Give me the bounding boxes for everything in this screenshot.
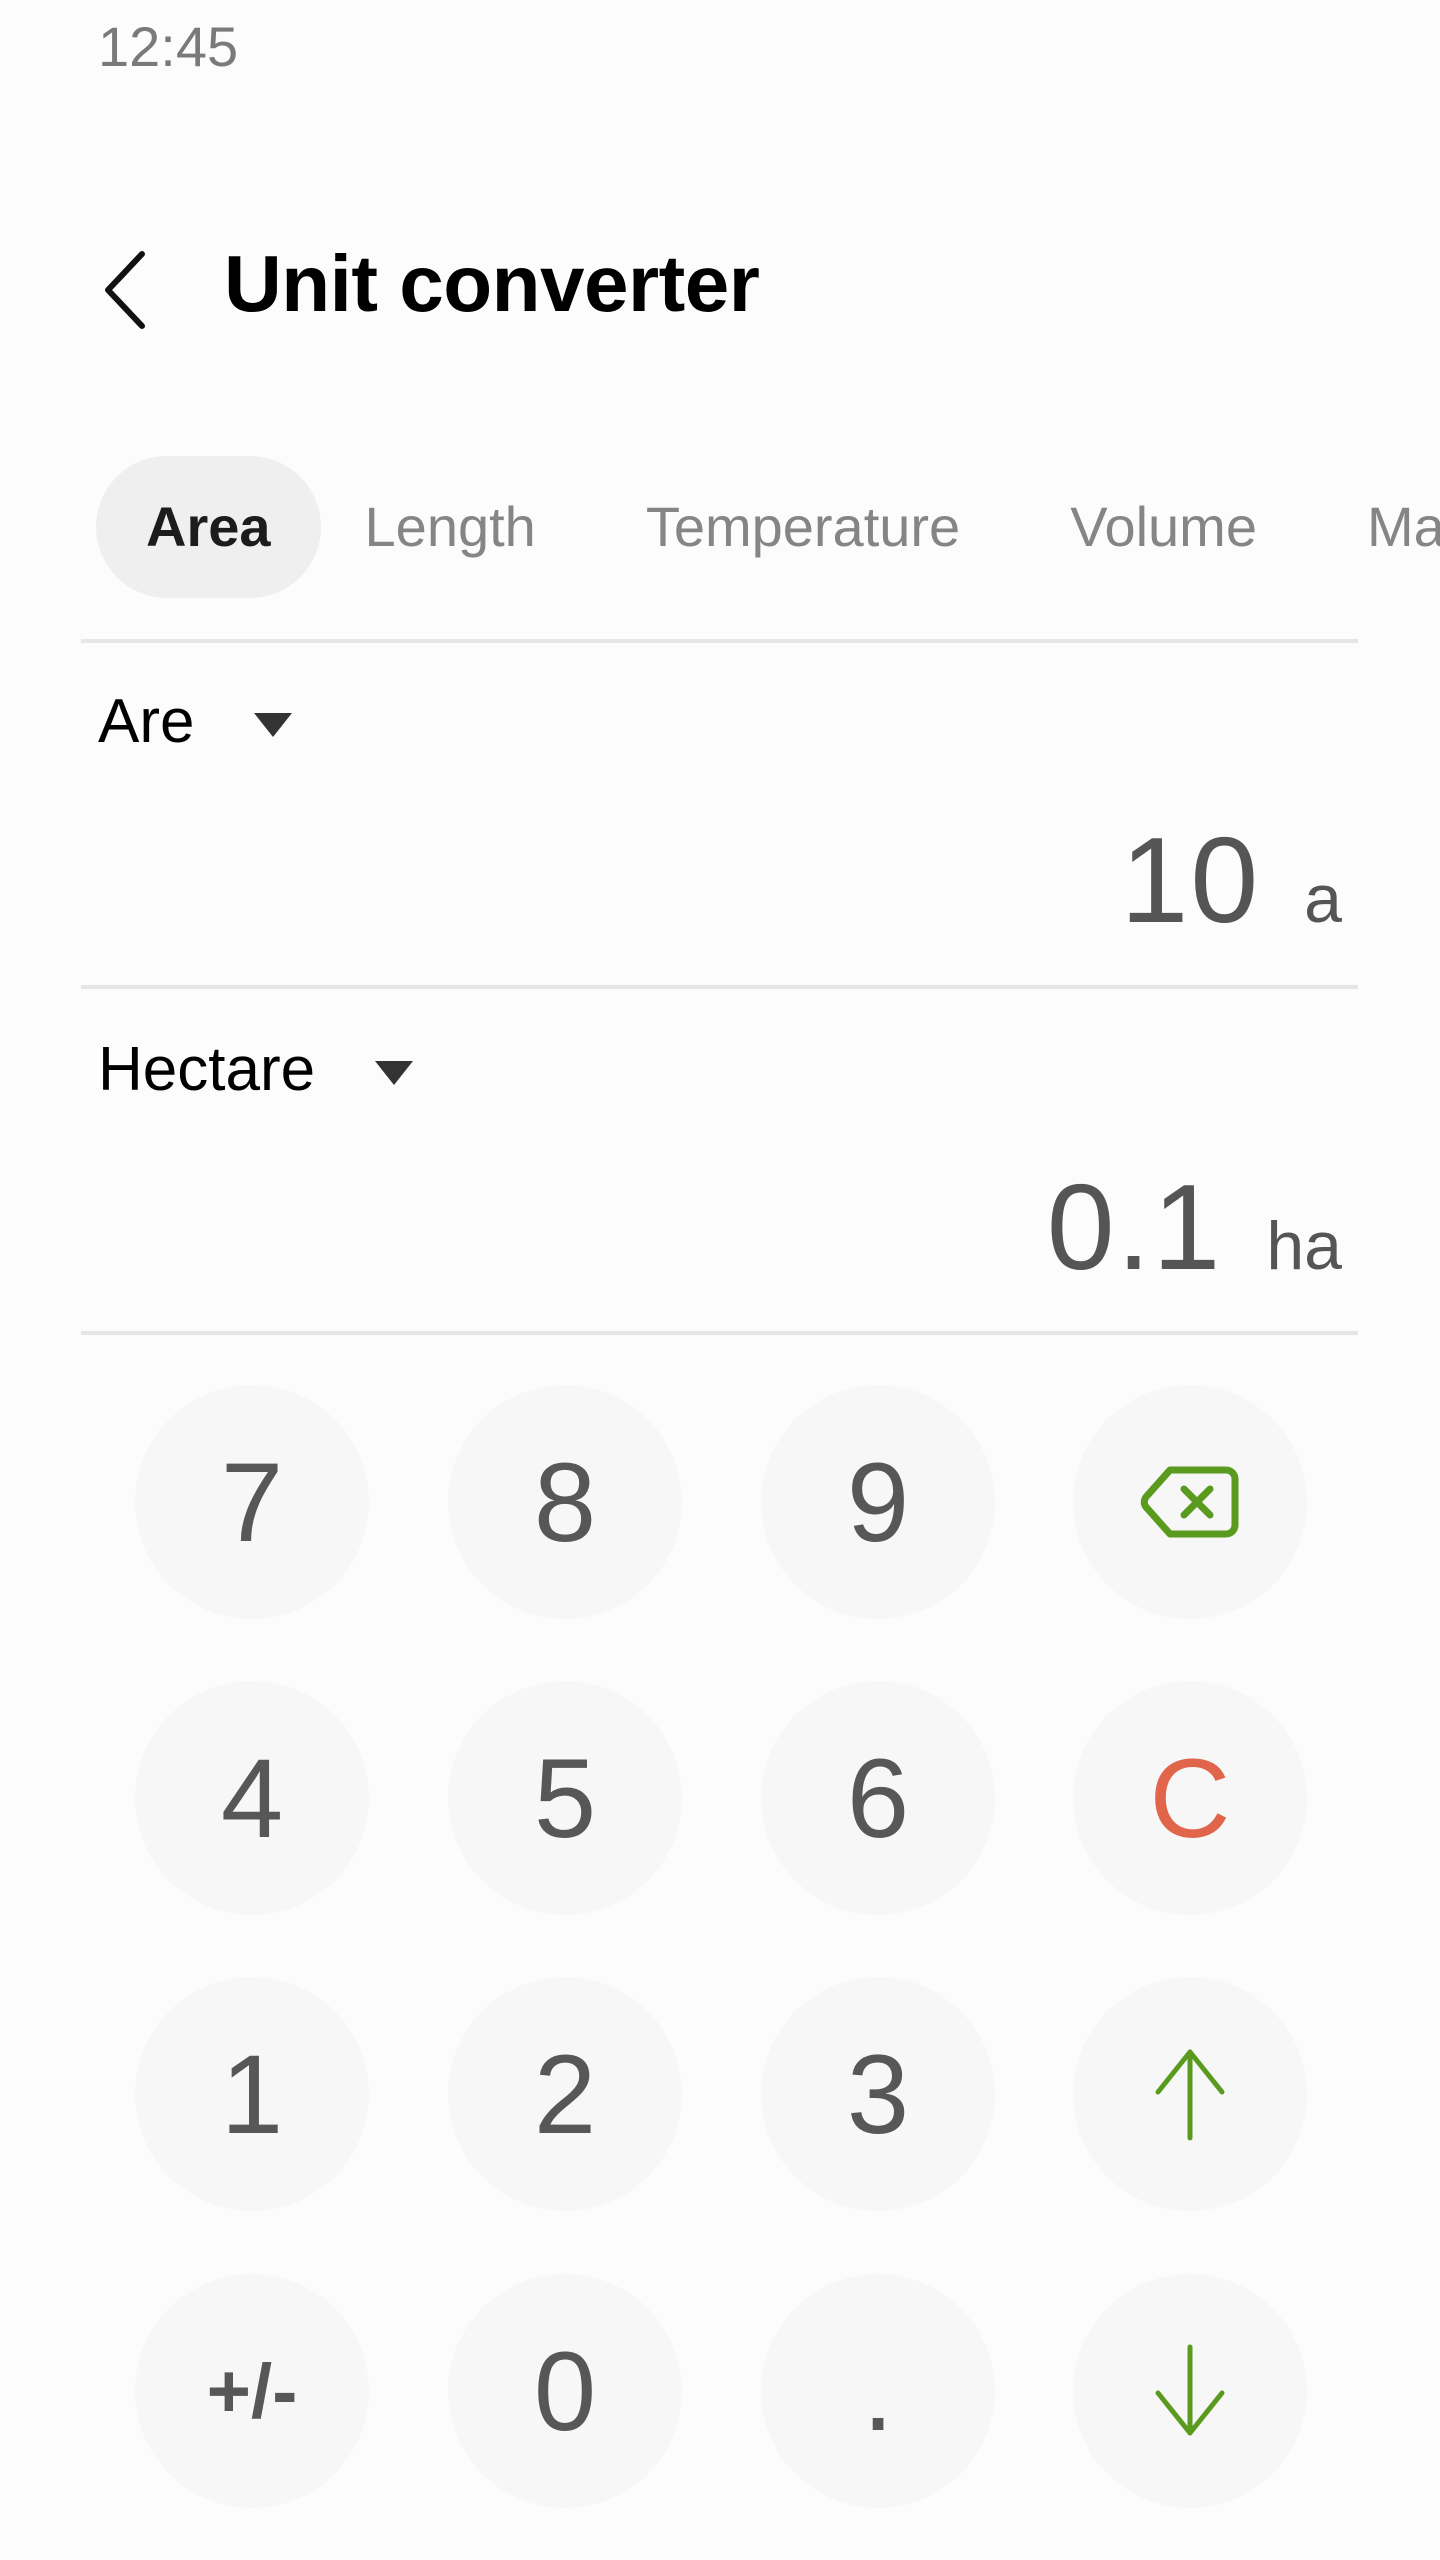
move-down-button[interactable] (1073, 2274, 1307, 2508)
key-3[interactable]: 3 (761, 1977, 995, 2211)
move-up-button[interactable] (1073, 1977, 1307, 2211)
from-value: 10 (1120, 812, 1261, 948)
status-time: 12:45 (98, 15, 239, 78)
page-title: Unit converter (224, 239, 760, 328)
key-9[interactable]: 9 (761, 1385, 995, 1619)
back-button[interactable] (90, 240, 160, 340)
to-unit-name: Hectare (98, 1035, 316, 1104)
clear-button[interactable]: C (1073, 1681, 1307, 1915)
tab-area[interactable]: Area (96, 456, 321, 598)
to-value: 0.1 (1046, 1159, 1223, 1295)
divider (81, 639, 1358, 643)
arrow-down-icon (1155, 2344, 1225, 2436)
tab-length[interactable]: Length (317, 456, 584, 598)
from-unit-symbol: a (1304, 861, 1342, 937)
divider (81, 985, 1358, 989)
key-8[interactable]: 8 (448, 1385, 682, 1619)
from-unit-dropdown[interactable]: Are (98, 686, 293, 757)
tab-mass[interactable]: Mass (1319, 456, 1440, 598)
sign-toggle-button[interactable]: +/- (135, 2274, 369, 2508)
tab-volume[interactable]: Volume (1022, 456, 1305, 598)
dropdown-caret-icon (254, 712, 293, 737)
decimal-button[interactable]: . (761, 2274, 995, 2508)
key-6[interactable]: 6 (761, 1681, 995, 1915)
arrow-up-icon (1155, 2049, 1225, 2141)
to-value-field[interactable]: 0.1 ha (1047, 1157, 1342, 1297)
chevron-left-icon (105, 251, 145, 329)
dropdown-caret-icon (375, 1060, 414, 1085)
key-7[interactable]: 7 (135, 1385, 369, 1619)
from-unit-name: Are (98, 687, 195, 756)
key-4[interactable]: 4 (135, 1681, 369, 1915)
to-unit-symbol: ha (1266, 1208, 1342, 1284)
backspace-icon (1140, 1466, 1239, 1538)
divider (81, 1331, 1358, 1335)
tab-temperature[interactable]: Temperature (598, 456, 1008, 598)
category-tabs: Area Length Temperature Volume Mass (96, 456, 1440, 598)
to-unit-dropdown[interactable]: Hectare (98, 1034, 414, 1105)
key-0[interactable]: 0 (448, 2274, 682, 2508)
backspace-button[interactable] (1073, 1385, 1307, 1619)
key-2[interactable]: 2 (448, 1977, 682, 2211)
from-value-field[interactable]: 10 a (1120, 810, 1342, 950)
key-5[interactable]: 5 (448, 1681, 682, 1915)
key-1[interactable]: 1 (135, 1977, 369, 2211)
